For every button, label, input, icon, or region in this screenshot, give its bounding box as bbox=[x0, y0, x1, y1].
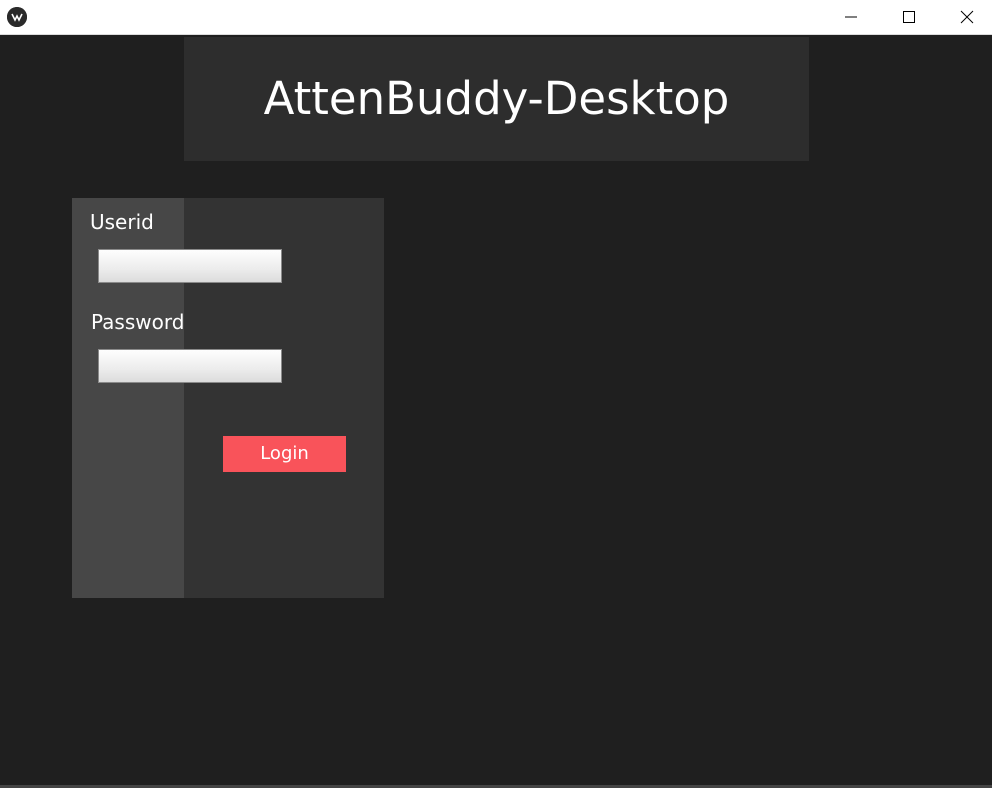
minimize-button[interactable] bbox=[822, 0, 880, 34]
maximize-icon bbox=[903, 11, 915, 23]
password-label: Password bbox=[91, 310, 185, 334]
userid-label: Userid bbox=[90, 210, 154, 234]
app-title: AttenBuddy-Desktop bbox=[263, 72, 730, 125]
maximize-button[interactable] bbox=[880, 0, 938, 34]
close-icon bbox=[960, 10, 974, 24]
close-button[interactable] bbox=[938, 0, 992, 34]
password-input[interactable] bbox=[98, 349, 282, 383]
app-window-content: AttenBuddy-Desktop Userid Password Login bbox=[0, 35, 992, 785]
minimize-icon bbox=[845, 16, 857, 18]
login-form-panel: Userid Password Login bbox=[72, 198, 384, 598]
kivy-app-icon bbox=[7, 7, 27, 27]
window-titlebar bbox=[0, 0, 992, 35]
login-button[interactable]: Login bbox=[223, 436, 346, 472]
userid-input[interactable] bbox=[98, 249, 282, 283]
header-panel: AttenBuddy-Desktop bbox=[184, 37, 809, 161]
